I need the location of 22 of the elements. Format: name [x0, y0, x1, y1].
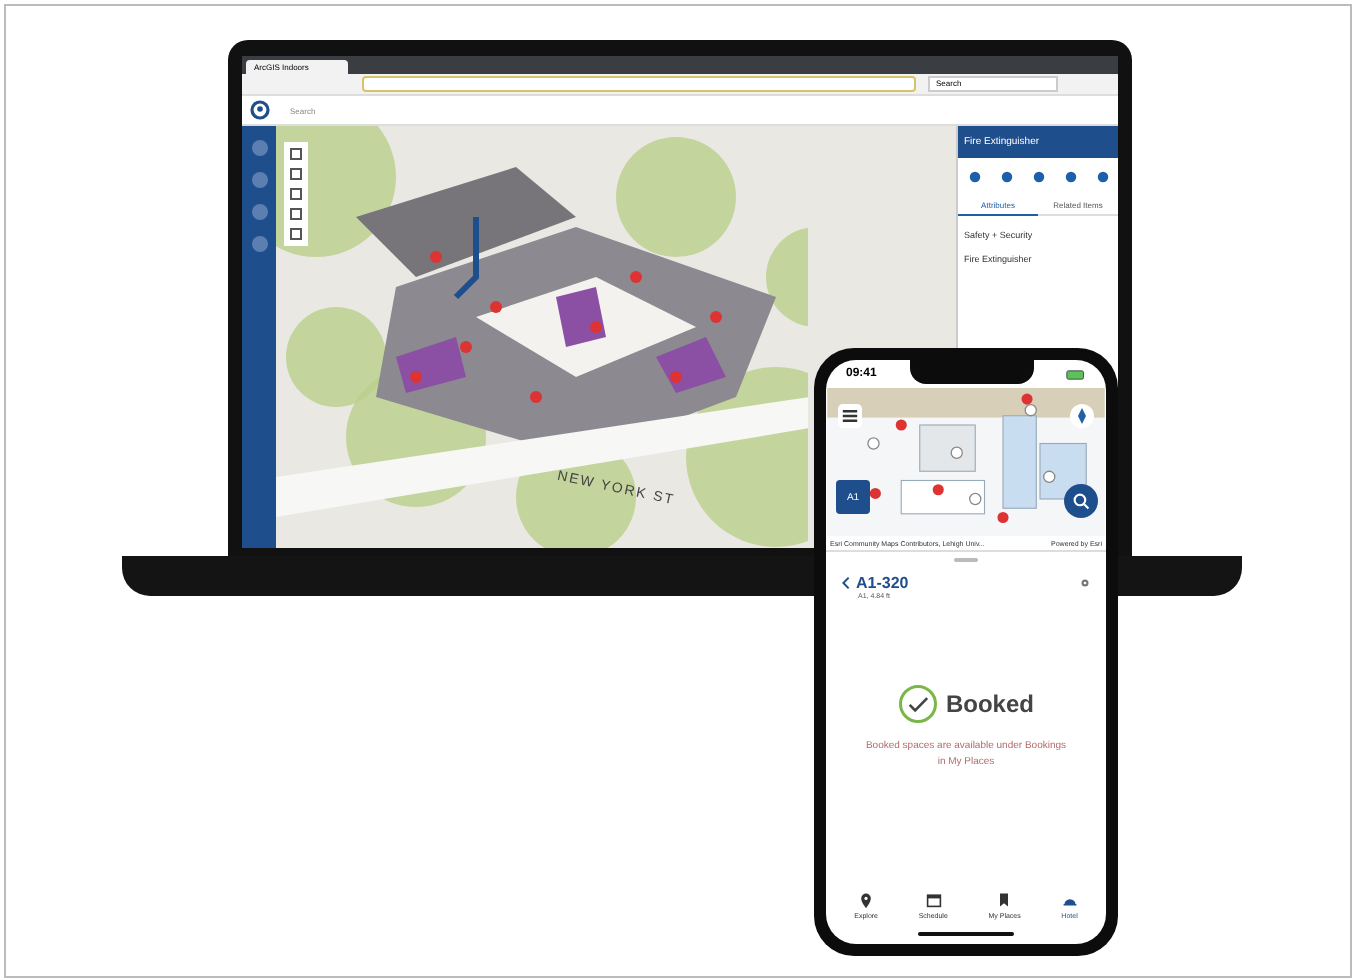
action-icon[interactable] — [967, 170, 981, 184]
battery-icon — [1065, 369, 1086, 379]
tab-icon — [925, 892, 942, 908]
space-title: A1-320 — [856, 574, 911, 592]
action-icon[interactable] — [1063, 170, 1077, 184]
search-icon[interactable] — [1064, 484, 1098, 518]
home-indicator — [918, 932, 1014, 936]
settings-icon[interactable] — [1080, 578, 1090, 588]
phone-notch — [909, 360, 1034, 384]
tab-icon — [858, 892, 875, 908]
sheet-handle[interactable] — [954, 558, 978, 562]
menu-icon[interactable] — [838, 404, 862, 428]
action-icon[interactable] — [1095, 170, 1109, 184]
back-icon[interactable] — [842, 576, 850, 590]
address-field[interactable] — [362, 76, 916, 92]
tab-icon — [996, 892, 1013, 908]
logo-icon — [250, 100, 270, 120]
booking-status: Booked — [945, 690, 1034, 718]
action-icon[interactable] — [1031, 170, 1045, 184]
check-circle-icon — [897, 684, 938, 724]
action-icon[interactable] — [999, 170, 1013, 184]
compass-icon[interactable] — [1070, 404, 1094, 428]
